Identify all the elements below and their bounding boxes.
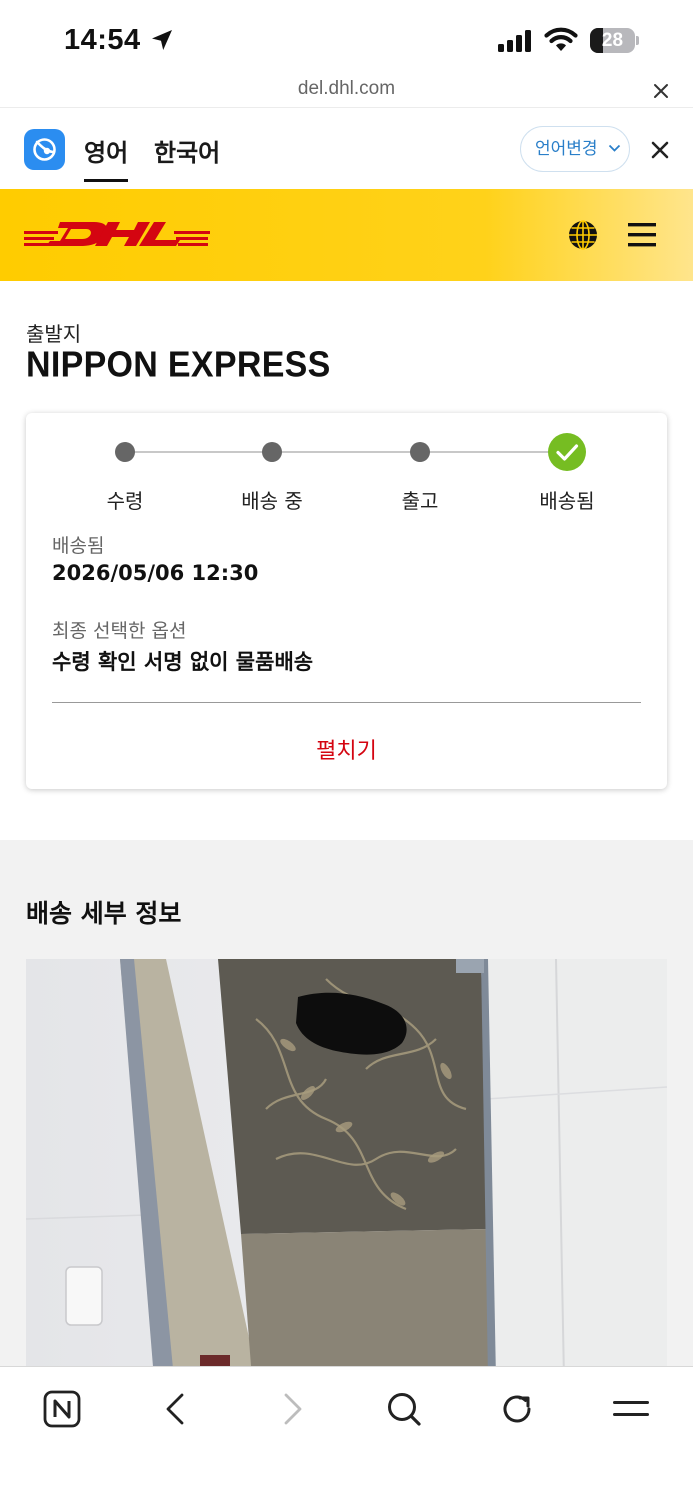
- globe-icon[interactable]: [567, 219, 599, 251]
- step-label-delivered: 배송됨: [539, 489, 595, 513]
- step-label-in-transit: 배송 중: [241, 489, 303, 513]
- option-label: 최종 선택한 옵션: [52, 620, 187, 642]
- url-text[interactable]: del.dhl.com: [0, 78, 693, 100]
- status-bar: 14:54 28: [0, 0, 693, 76]
- delivery-details-section: 배송 세부 정보: [0, 840, 693, 1367]
- option-value: 수령 확인 서명 없이 물품배송: [52, 650, 314, 674]
- forward-arrow-icon[interactable]: [278, 1389, 306, 1429]
- hamburger-menu-icon[interactable]: [628, 221, 658, 249]
- expand-button[interactable]: 펼치기: [26, 733, 667, 765]
- translate-bar: 영어 한국어 언어변경: [0, 108, 693, 189]
- location-arrow-icon: [152, 30, 172, 50]
- delivered-datetime: 2026/05/06 12:30: [52, 561, 259, 585]
- check-icon: [548, 433, 586, 471]
- close-icon[interactable]: [650, 80, 672, 102]
- step-dot-out: [410, 442, 430, 462]
- delivery-photo[interactable]: [26, 959, 667, 1367]
- card-divider: [52, 702, 641, 703]
- tab-korean[interactable]: 한국어: [154, 133, 220, 168]
- wifi-icon: [544, 27, 578, 51]
- papago-translate-icon[interactable]: [24, 129, 65, 170]
- browser-url-bar[interactable]: del.dhl.com: [0, 76, 693, 108]
- step-dot-received: [115, 442, 135, 462]
- origin-value: NIPPON EXPRESS: [26, 345, 331, 385]
- change-language-button[interactable]: 언어변경: [520, 126, 630, 172]
- change-language-label: 언어변경: [535, 139, 598, 159]
- menu-icon[interactable]: [612, 1389, 650, 1429]
- refresh-icon[interactable]: [498, 1389, 538, 1429]
- naver-home-icon[interactable]: [42, 1389, 82, 1429]
- status-time: 14:54: [64, 24, 141, 56]
- battery-icon: 28: [590, 28, 640, 53]
- progress-track: [125, 451, 567, 453]
- tab-english[interactable]: 영어: [84, 133, 129, 182]
- step-dot-in-transit: [262, 442, 282, 462]
- back-arrow-icon[interactable]: [162, 1389, 190, 1429]
- browser-toolbar: [0, 1366, 693, 1500]
- search-icon[interactable]: [384, 1389, 424, 1429]
- close-icon[interactable]: [650, 140, 670, 160]
- step-label-received: 수령: [106, 489, 144, 513]
- cellular-signal-icon: [498, 30, 531, 52]
- dhl-header: [0, 189, 693, 281]
- battery-level: 28: [601, 30, 624, 51]
- step-label-out: 출고: [401, 489, 439, 513]
- section-title: 배송 세부 정보: [26, 899, 182, 928]
- shipment-status-card: 수령 배송 중 출고 배송됨 배송됨 2026/05/06 12:30 최종 선…: [26, 413, 667, 789]
- dhl-logo[interactable]: [24, 219, 210, 249]
- chevron-down-icon: [608, 144, 621, 152]
- origin-label: 출발지: [26, 322, 82, 346]
- delivered-label: 배송됨: [52, 535, 105, 557]
